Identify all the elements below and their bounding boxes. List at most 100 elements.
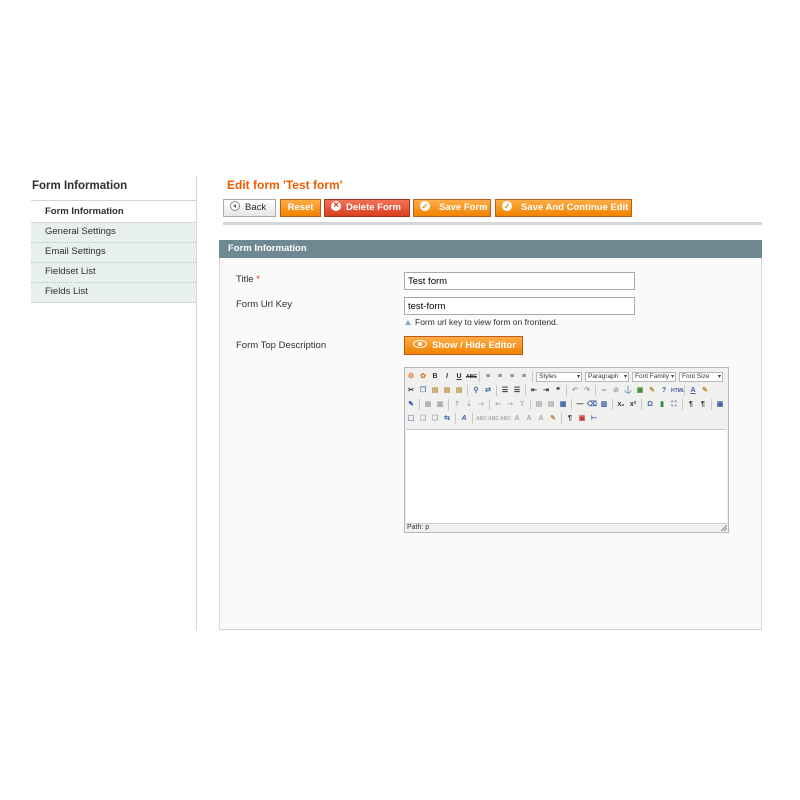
fullscreen-icon[interactable]: ⛶ <box>669 400 679 410</box>
subscript-icon[interactable]: x₂ <box>616 400 626 410</box>
show-hide-editor-button[interactable]: Show / Hide Editor <box>404 336 523 355</box>
undo-icon[interactable]: ↶ <box>570 386 580 396</box>
resize-handle-icon[interactable] <box>721 525 727 531</box>
outdent-icon[interactable]: ⇤ <box>529 386 539 396</box>
insert-layer-icon[interactable]: ▣ <box>715 400 725 410</box>
edit-table-icon[interactable]: ✎ <box>406 400 416 410</box>
paste-icon[interactable]: ▤ <box>430 386 440 396</box>
reset-button[interactable]: Reset <box>280 199 321 217</box>
merge-cells-icon[interactable]: ▤ <box>546 400 556 410</box>
anchor-icon[interactable]: ⚓ <box>623 386 633 396</box>
cut-icon[interactable]: ✂ <box>406 386 416 396</box>
paste-word-icon[interactable]: ▤ <box>454 386 464 396</box>
title-field-label: Title * <box>236 274 260 285</box>
media-icon[interactable]: ▮ <box>657 400 667 410</box>
toolbar-separator <box>479 371 480 382</box>
row-after-icon[interactable]: ⇣ <box>464 400 474 410</box>
help-icon[interactable]: ? <box>659 386 669 396</box>
move-backward-icon[interactable]: ❏ <box>430 414 440 424</box>
background-color-icon[interactable]: ✎ <box>700 386 710 396</box>
cite-icon[interactable]: ABC <box>476 414 487 424</box>
sidebar-item-fields-list[interactable]: Fields List <box>31 283 196 303</box>
font-size-select[interactable]: Font Size <box>679 371 723 382</box>
image-icon[interactable]: ▣ <box>635 386 645 396</box>
back-label: Back <box>245 202 267 213</box>
widget-icon[interactable]: ⚙ <box>406 372 416 382</box>
numbered-list-icon[interactable]: ☰ <box>512 386 522 396</box>
align-justify-icon[interactable]: ≡ <box>519 372 529 382</box>
attribs-icon[interactable]: A <box>536 414 546 424</box>
copy-icon[interactable]: ❐ <box>418 386 428 396</box>
delete-row-icon[interactable]: ⇢ <box>476 400 486 410</box>
sidebar-title: Form Information <box>31 176 196 201</box>
acronym-icon[interactable]: ABC <box>488 414 499 424</box>
row-before-icon[interactable]: ⇡ <box>452 400 462 410</box>
visual-aid-icon[interactable]: ▥ <box>599 400 609 410</box>
styleprops-icon[interactable]: A <box>459 414 469 424</box>
ins-icon[interactable]: A <box>524 414 534 424</box>
visual-chars-icon[interactable]: ¶ <box>565 414 575 424</box>
delete-form-button[interactable]: Delete Form <box>324 198 410 217</box>
underline-icon[interactable]: U <box>454 372 464 382</box>
back-button[interactable]: Back <box>223 199 276 217</box>
cleanup-icon[interactable]: ✎ <box>647 386 657 396</box>
ltr-icon[interactable]: ¶ <box>686 400 696 410</box>
abbr-icon[interactable]: ABC <box>500 414 511 424</box>
url-key-input[interactable] <box>404 297 635 315</box>
toolbar-separator <box>612 399 613 410</box>
align-left-icon[interactable]: ≡ <box>483 372 493 382</box>
text-color-icon[interactable]: A <box>688 386 698 396</box>
bold-icon[interactable]: B <box>430 372 440 382</box>
unlink-icon[interactable]: ⊘ <box>611 386 621 396</box>
horizontal-rule-icon[interactable]: — <box>575 400 585 410</box>
strikethrough-icon[interactable]: ABC <box>466 372 477 382</box>
italic-icon[interactable]: I <box>442 372 452 382</box>
save-and-continue-button[interactable]: Save And Continue Edit <box>495 199 632 217</box>
find-icon[interactable]: ⚲ <box>471 386 481 396</box>
toolbar-separator <box>532 371 533 382</box>
html-source-icon[interactable]: HTML <box>671 386 685 396</box>
align-right-icon[interactable]: ≡ <box>507 372 517 382</box>
checkmark-icon <box>420 199 430 215</box>
select-all-icon[interactable]: ⬚ <box>406 414 416 424</box>
split-cells-icon[interactable]: ▤ <box>534 400 544 410</box>
font-family-select[interactable]: Font Family <box>632 371 676 382</box>
table-row-props-icon[interactable]: ▦ <box>423 400 433 410</box>
absolute-icon[interactable]: ⇆ <box>442 414 452 424</box>
insert-variable-icon[interactable]: ✿ <box>418 372 428 382</box>
table-cell-props-icon[interactable]: ▦ <box>435 400 445 410</box>
remove-format-icon[interactable]: ⌫ <box>587 400 597 410</box>
sidebar-tabs: Form Information Form Information Genera… <box>31 176 197 630</box>
special-char-icon[interactable]: Ω <box>645 400 655 410</box>
rtl-icon[interactable]: ¶ <box>698 400 708 410</box>
redo-icon[interactable]: ↷ <box>582 386 592 396</box>
title-input[interactable] <box>404 272 635 290</box>
nonbreaking-icon[interactable]: ▣ <box>577 414 587 424</box>
replace-icon[interactable]: ⇄ <box>483 386 493 396</box>
table-icon[interactable]: ▦ <box>558 400 568 410</box>
sidebar-item-form-information[interactable]: Form Information <box>31 201 196 223</box>
del-icon[interactable]: A <box>512 414 522 424</box>
format-select[interactable]: Paragraph <box>585 371 629 382</box>
editor-content-area[interactable] <box>406 429 727 524</box>
superscript-icon[interactable]: x² <box>628 400 638 410</box>
bullet-list-icon[interactable]: ☰ <box>500 386 510 396</box>
indent-icon[interactable]: ⇥ <box>541 386 551 396</box>
sidebar-item-email-settings[interactable]: Email Settings <box>31 243 196 263</box>
col-after-icon[interactable]: ⇢ <box>505 400 515 410</box>
pagebreak-icon[interactable]: ⊢ <box>589 414 599 424</box>
save-form-button[interactable]: Save Form <box>413 199 491 217</box>
link-icon[interactable]: ∞ <box>599 386 609 396</box>
sidebar-item-general-settings[interactable]: General Settings <box>31 223 196 243</box>
styles-select[interactable]: Styles <box>536 371 582 382</box>
delete-col-icon[interactable]: ⊤ <box>517 400 527 410</box>
toolbar-separator <box>448 399 449 410</box>
paste-text-icon[interactable]: ▤ <box>442 386 452 396</box>
col-before-icon[interactable]: ⇠ <box>493 400 503 410</box>
align-center-icon[interactable]: ≡ <box>495 372 505 382</box>
blockquote-icon[interactable]: ❝ <box>553 386 563 396</box>
sidebar-item-fieldset-list[interactable]: Fieldset List <box>31 263 196 283</box>
page-title: Edit form 'Test form' <box>227 178 343 192</box>
move-forward-icon[interactable]: ❏ <box>418 414 428 424</box>
insert-datetime-icon[interactable]: ✎ <box>548 414 558 424</box>
